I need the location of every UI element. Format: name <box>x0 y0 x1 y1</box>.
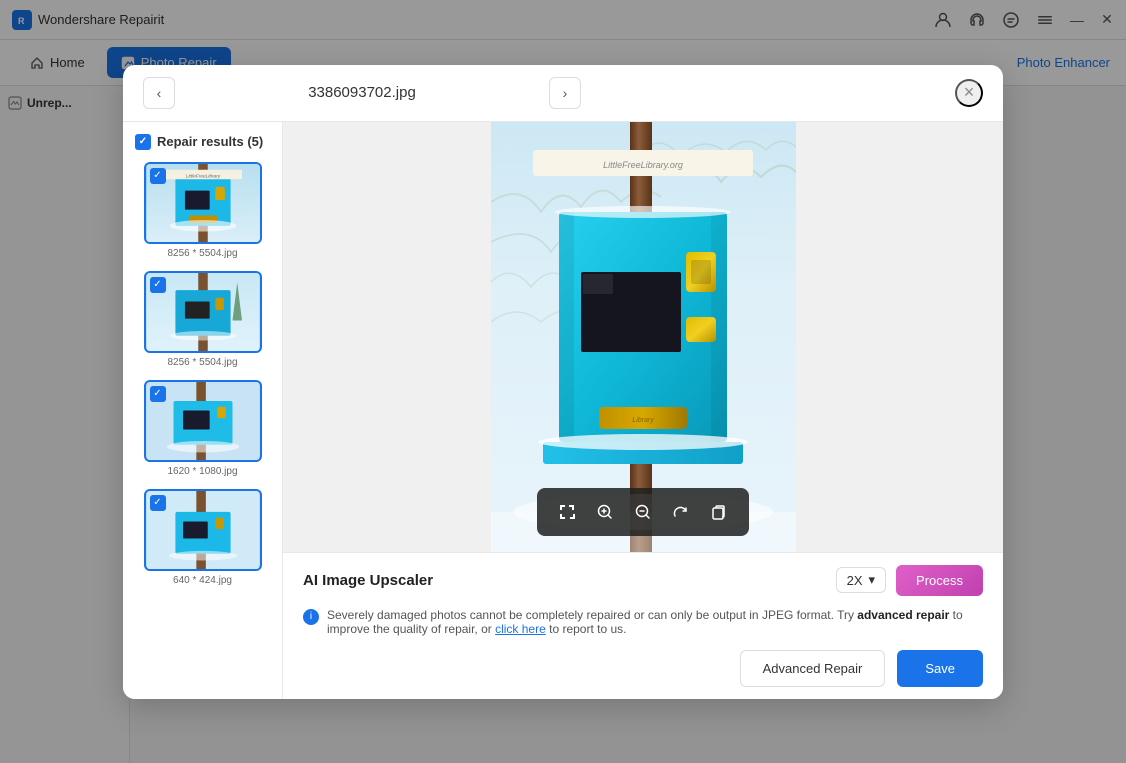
save-button[interactable]: Save <box>897 650 983 687</box>
thumbnail-2-checkbox: ✓ <box>150 277 166 293</box>
modal-footer-info: i Severely damaged photos cannot be comp… <box>303 608 983 636</box>
fullscreen-button[interactable] <box>549 494 585 530</box>
thumbnail-4-inner: ✓ <box>146 491 260 569</box>
thumbnail-3-wrap: ✓ <box>144 380 262 462</box>
rotate-button[interactable] <box>663 494 699 530</box>
thumbnail-1-inner: ✓ <box>146 164 260 242</box>
app-window: R Wondershare Repairit <box>0 0 1126 763</box>
zoom-out-button[interactable] <box>625 494 661 530</box>
thumbnail-1-label: 8256 * 5504.jpg <box>167 248 237 259</box>
svg-text:Library: Library <box>632 417 654 424</box>
prev-button[interactable]: ‹ <box>143 77 175 109</box>
modal-footer-top: AI Image Upscaler 2X ▾ Process <box>303 565 983 596</box>
thumbnail-3-checkbox: ✓ <box>150 386 166 402</box>
select-all-checkbox[interactable]: ✓ <box>135 134 151 150</box>
thumbnail-2[interactable]: ✓ <box>135 271 270 368</box>
thumbnail-2-label: 8256 * 5504.jpg <box>167 357 237 368</box>
scale-chevron-icon: ▾ <box>869 572 876 588</box>
thumbnail-1[interactable]: ✓ <box>135 162 270 259</box>
thumbnail-2-inner: ✓ <box>146 273 260 351</box>
modal-close-button[interactable]: × <box>955 79 983 107</box>
thumbnail-2-wrap: ✓ <box>144 271 262 353</box>
thumbnail-3[interactable]: ✓ 1620 * 108 <box>135 380 270 477</box>
copy-button[interactable] <box>701 494 737 530</box>
modal-footer: AI Image Upscaler 2X ▾ Process i Sever <box>283 552 1003 699</box>
thumbnail-4-wrap: ✓ <box>144 489 262 571</box>
process-button[interactable]: Process <box>896 565 983 596</box>
modal-body: ✓ Repair results (5) ✓ <box>123 122 1003 699</box>
thumbnail-1-wrap: ✓ <box>144 162 262 244</box>
thumbnail-3-inner: ✓ <box>146 382 260 460</box>
modal-sidebar: ✓ Repair results (5) ✓ <box>123 122 283 699</box>
next-button[interactable]: › <box>549 77 581 109</box>
scale-value: 2X <box>847 573 863 588</box>
repair-results-label: Repair results (5) <box>157 134 263 149</box>
svg-text:LittleFreeLibrary.org: LittleFreeLibrary.org <box>603 160 683 170</box>
thumbnail-4-label: 640 * 424.jpg <box>173 575 232 586</box>
svg-text:LittleFreeLibrary: LittleFreeLibrary <box>185 173 220 179</box>
thumbnail-4-checkbox: ✓ <box>150 495 166 511</box>
click-here-link[interactable]: click here <box>495 622 546 636</box>
modal-filename: 3386093702.jpg <box>185 84 539 101</box>
ai-upscaler-label: AI Image Upscaler <box>303 572 433 589</box>
thumbnail-4[interactable]: ✓ 640 * 424. <box>135 489 270 586</box>
modal-header: ‹ 3386093702.jpg › × <box>123 65 1003 122</box>
modal-dialog: ‹ 3386093702.jpg › × ✓ Repair results (5… <box>123 65 1003 699</box>
info-icon: i <box>303 609 319 625</box>
modal-overlay: ‹ 3386093702.jpg › × ✓ Repair results (5… <box>0 0 1126 763</box>
info-text: Severely damaged photos cannot be comple… <box>327 608 983 636</box>
advanced-repair-link[interactable]: advanced repair <box>857 608 949 622</box>
modal-footer-actions: Advanced Repair Save <box>303 650 983 687</box>
modal-image-area: Library <box>283 122 1003 552</box>
thumbnail-3-label: 1620 * 1080.jpg <box>167 466 237 477</box>
zoom-in-button[interactable] <box>587 494 623 530</box>
scale-select[interactable]: 2X ▾ <box>836 567 886 593</box>
modal-main-area: Library <box>283 122 1003 699</box>
modal-sidebar-header: ✓ Repair results (5) <box>135 134 270 150</box>
advanced-repair-button[interactable]: Advanced Repair <box>740 650 886 687</box>
image-toolbar <box>537 488 749 536</box>
thumbnail-1-checkbox: ✓ <box>150 168 166 184</box>
